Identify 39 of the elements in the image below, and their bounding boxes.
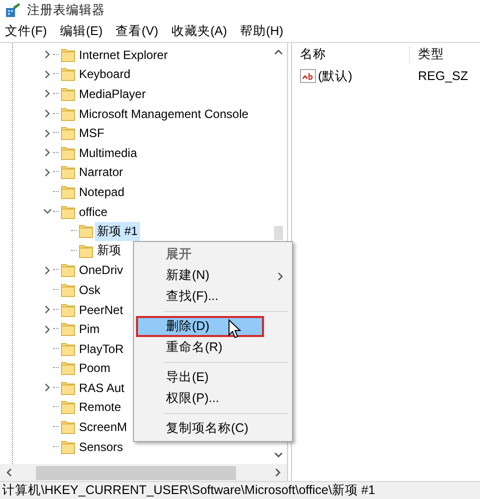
tree-item[interactable]: Microsoft Management Console bbox=[77, 106, 250, 122]
tree-item[interactable]: Keyboard bbox=[77, 66, 132, 82]
tree-item[interactable]: RAS Aut bbox=[77, 380, 126, 396]
tree-item[interactable]: Pim bbox=[77, 321, 102, 338]
column-header[interactable]: 名称 bbox=[292, 46, 410, 63]
tree-item[interactable]: MediaPlayer bbox=[77, 86, 148, 102]
table-cell: (默认) bbox=[318, 68, 352, 84]
menu-item[interactable]: 编辑(E) bbox=[56, 22, 109, 40]
tree-item[interactable]: Poom bbox=[77, 360, 112, 376]
tree-item[interactable]: 新项 bbox=[95, 241, 123, 260]
menu-item[interactable]: 导出(E) bbox=[136, 367, 290, 388]
column-header[interactable]: 类型 bbox=[410, 46, 444, 63]
window-title: 注册表编辑器 bbox=[27, 2, 105, 18]
tree-item[interactable]: Internet Explorer bbox=[77, 46, 170, 63]
menu-item[interactable]: 文件(F) bbox=[2, 22, 53, 40]
menu-item[interactable]: 查看(V) bbox=[112, 22, 164, 40]
tree-item[interactable]: PlayToR bbox=[77, 340, 126, 357]
menu-item[interactable]: 复制项名称(C) bbox=[136, 418, 290, 439]
tree-item[interactable]: 新项 #1 bbox=[95, 222, 140, 241]
tree-item[interactable]: Notepad bbox=[77, 184, 126, 200]
tree-item[interactable]: Sensors bbox=[77, 438, 126, 455]
tree-item[interactable]: ScreenM bbox=[77, 419, 130, 436]
menu-item[interactable]: 删除(D) bbox=[136, 316, 264, 337]
tree-item[interactable]: OneDriv bbox=[77, 262, 126, 278]
menu-item[interactable]: 重命名(R) bbox=[136, 337, 290, 358]
tree-item[interactable]: Multimedia bbox=[77, 144, 140, 161]
status-bar: 计算机\HKEY_CURRENT_USER\Software\Microsoft\office\新项 #1 bbox=[0, 481, 480, 499]
table-cell-text: REG_SZ bbox=[417, 69, 468, 83]
tree-item[interactable]: Narrator bbox=[77, 164, 126, 180]
menu-item[interactable]: 查找(F)... bbox=[136, 286, 290, 307]
tree-item[interactable]: MSF bbox=[77, 125, 106, 142]
tree-item[interactable]: Osk bbox=[77, 282, 102, 298]
menu-item[interactable]: 权限(P)... bbox=[136, 388, 290, 409]
menu-item[interactable]: 收藏夹(A) bbox=[168, 22, 233, 40]
menu-item[interactable]: 新建(N) bbox=[136, 265, 290, 286]
menu-item[interactable]: 帮助(H) bbox=[236, 22, 290, 40]
tree-item[interactable]: PeerNet bbox=[77, 302, 126, 318]
tree-item[interactable]: office bbox=[77, 204, 110, 220]
tree-item[interactable]: Remote bbox=[77, 399, 124, 416]
